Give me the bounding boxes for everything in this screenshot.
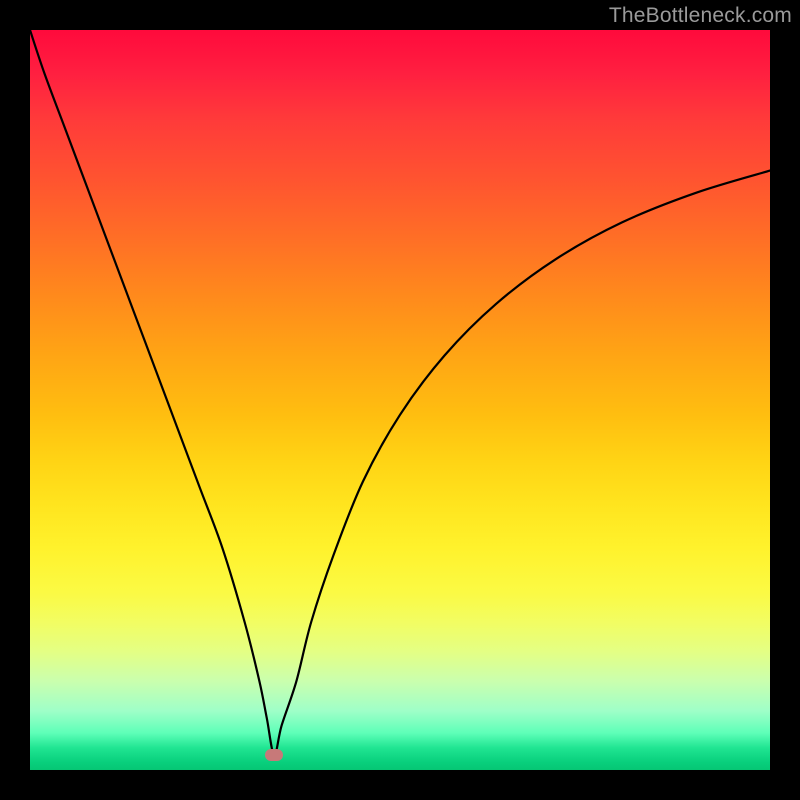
watermark-text: TheBottleneck.com <box>609 4 792 28</box>
plot-area <box>30 30 770 770</box>
min-marker <box>265 749 283 761</box>
bottleneck-curve <box>30 30 770 770</box>
chart-frame: TheBottleneck.com <box>0 0 800 800</box>
